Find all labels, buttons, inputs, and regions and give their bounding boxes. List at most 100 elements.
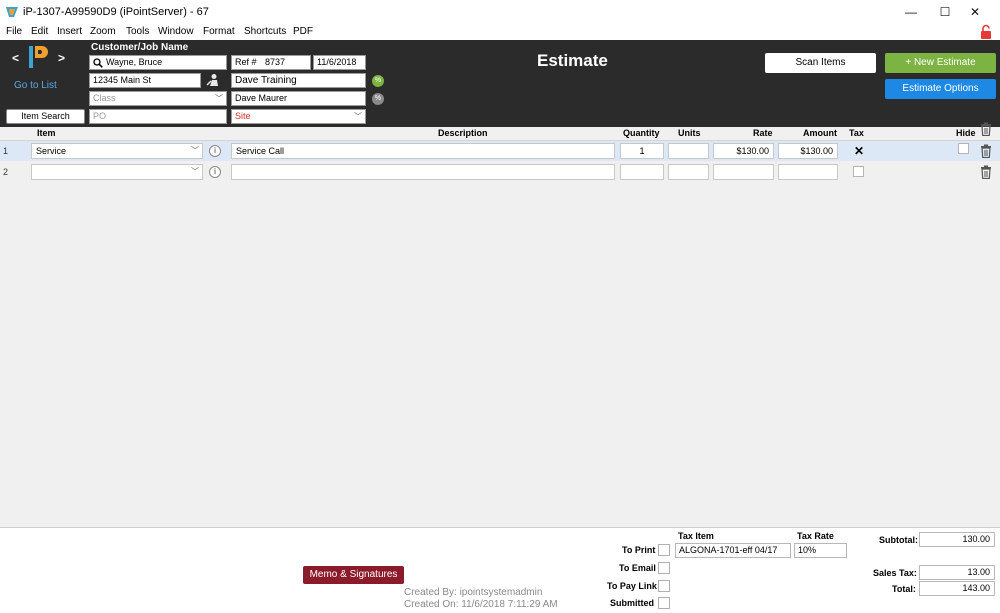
menu-file[interactable]: File	[6, 26, 22, 37]
menu-format[interactable]: Format	[203, 26, 235, 37]
quantity-field[interactable]	[620, 164, 664, 180]
ref-number-field[interactable]: Ref # 8737	[231, 55, 311, 70]
table-row[interactable]: 2 ﹀ i	[0, 162, 1000, 182]
customer-job-label: Customer/Job Name	[91, 42, 189, 53]
menu-edit[interactable]: Edit	[31, 26, 48, 37]
total-value: 143.00	[919, 581, 995, 596]
col-hide: Hide	[956, 128, 976, 138]
to-email-checkbox[interactable]	[658, 562, 670, 574]
unlock-icon[interactable]	[978, 24, 994, 40]
menu-pdf[interactable]: PDF	[293, 26, 313, 37]
col-quantity: Quantity	[623, 128, 660, 138]
estimate-options-button[interactable]: Estimate Options	[885, 79, 996, 99]
col-tax: Tax	[849, 128, 864, 138]
table-row[interactable]: 1 Service ﹀ i Service Call 1 $130.00 $13…	[0, 141, 1000, 161]
site-dropdown[interactable]: Site ﹀	[231, 109, 366, 124]
description-field[interactable]: Service Call	[231, 143, 615, 159]
tax-item-label: Tax Item	[678, 531, 714, 541]
submitted-checkbox[interactable]	[658, 597, 670, 609]
sales-rep-field[interactable]: Dave Maurer	[231, 91, 366, 106]
tax-item-field[interactable]: ALGONA-1701-eff 04/17	[675, 543, 791, 558]
item-dropdown[interactable]: Service ﹀	[31, 143, 203, 159]
col-description: Description	[438, 128, 488, 138]
menu-zoom[interactable]: Zoom	[90, 26, 116, 37]
to-print-checkbox[interactable]	[658, 544, 670, 556]
delete-all-trash-icon[interactable]	[980, 122, 992, 136]
to-pay-link-label: To Pay Link	[607, 581, 657, 591]
row-number: 2	[3, 167, 9, 177]
hide-checkbox[interactable]	[958, 143, 969, 154]
menu-bar: File Edit Insert Zoom Tools Window Forma…	[0, 24, 1000, 40]
ref-label: Ref #	[235, 57, 257, 67]
new-estimate-button[interactable]: + New Estimate	[885, 53, 996, 73]
tax-rate-field[interactable]: 10%	[794, 543, 847, 558]
class-dropdown[interactable]: Class ﹀	[89, 91, 227, 106]
units-field[interactable]	[668, 164, 709, 180]
site-placeholder: Site	[235, 111, 251, 121]
created-on: Created On: 11/6/2018 7:11:29 AM	[404, 599, 558, 610]
menu-tools[interactable]: Tools	[126, 26, 149, 37]
tax-rate-label: Tax Rate	[797, 531, 834, 541]
submitted-label: Submitted	[610, 598, 654, 608]
address-field[interactable]: 12345 Main St	[89, 73, 201, 88]
description-field[interactable]	[231, 164, 615, 180]
menu-shortcuts[interactable]: Shortcuts	[244, 26, 286, 37]
rep-field[interactable]: Dave Training	[231, 73, 366, 88]
ref-value: 8737	[265, 57, 286, 67]
prev-record-button[interactable]: <	[12, 51, 19, 65]
col-units: Units	[678, 128, 701, 138]
info-icon[interactable]: i	[209, 145, 221, 157]
quantity-field[interactable]: 1	[620, 143, 664, 159]
total-label: Total:	[892, 584, 916, 594]
chevron-down-icon: ﹀	[354, 112, 362, 121]
col-item: Item	[37, 128, 56, 138]
memo-signatures-button[interactable]: Memo & Signatures	[303, 566, 404, 584]
item-value: Service	[36, 146, 67, 156]
item-search-button[interactable]: Item Search	[6, 109, 85, 124]
info-icon[interactable]: i	[209, 166, 221, 178]
date-field[interactable]: 11/6/2018	[313, 55, 366, 70]
to-pay-link-checkbox[interactable]	[658, 580, 670, 592]
line-items-header: Item Description Quantity Units Rate Amo…	[0, 122, 1000, 141]
row-number: 1	[3, 146, 9, 156]
created-by: Created By: ipointsystemadmin	[404, 587, 543, 598]
menu-window[interactable]: Window	[158, 26, 194, 37]
menu-insert[interactable]: Insert	[57, 26, 82, 37]
rate-field[interactable]: $130.00	[713, 143, 774, 159]
chevron-down-icon: ﹀	[191, 167, 199, 176]
chevron-down-icon: ﹀	[215, 94, 223, 103]
class-placeholder: Class	[93, 93, 116, 103]
sales-tax-label: Sales Tax:	[873, 568, 917, 578]
amount-field[interactable]	[778, 164, 838, 180]
item-dropdown[interactable]: ﹀	[31, 164, 203, 180]
tax-checkbox[interactable]	[853, 166, 864, 177]
subtotal-value: 130.00	[919, 532, 995, 547]
trash-icon[interactable]	[980, 165, 992, 179]
subtotal-label: Subtotal:	[879, 535, 918, 545]
col-rate: Rate	[753, 128, 773, 138]
tax-checked-icon[interactable]: ✕	[854, 144, 864, 158]
estimate-footer: Memo & Signatures Created By: ipointsyst…	[0, 527, 1000, 613]
rate-field[interactable]	[713, 164, 774, 180]
customer-job-value: Wayne, Bruce	[106, 57, 163, 67]
percent-gray-icon[interactable]: %	[372, 93, 384, 105]
po-field[interactable]: PO	[89, 109, 227, 124]
close-button[interactable]: ✕	[952, 0, 998, 24]
person-pin-icon[interactable]	[206, 73, 220, 87]
trash-icon[interactable]	[980, 144, 992, 158]
scan-items-button[interactable]: Scan Items	[765, 53, 876, 73]
search-icon	[93, 58, 103, 68]
to-email-label: To Email	[619, 563, 656, 573]
po-placeholder: PO	[93, 111, 107, 121]
units-field[interactable]	[668, 143, 709, 159]
ipoint-logo-icon	[29, 46, 48, 68]
col-amount: Amount	[803, 128, 837, 138]
title-bar: iP-1307-A99590D9 (iPointServer) - 67 — ☐…	[0, 0, 1000, 24]
next-record-button[interactable]: >	[58, 51, 65, 65]
go-to-list-link[interactable]: Go to List	[14, 80, 57, 91]
percent-green-icon[interactable]: %	[372, 75, 384, 87]
to-print-label: To Print	[622, 545, 656, 555]
customer-job-field[interactable]: Wayne, Bruce	[89, 55, 227, 70]
line-items-grid: 1 Service ﹀ i Service Call 1 $130.00 $13…	[0, 141, 1000, 527]
amount-field[interactable]: $130.00	[778, 143, 838, 159]
